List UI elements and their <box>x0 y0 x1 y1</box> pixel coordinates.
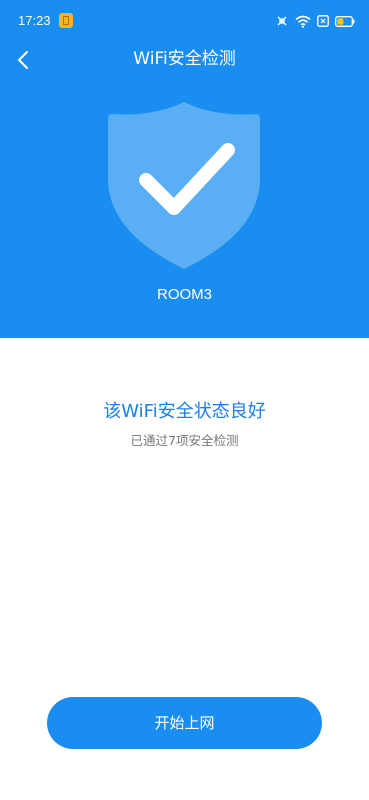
security-status-title: 该WiFi安全状态良好 <box>103 401 266 422</box>
network-name: ROOM3 <box>156 286 212 303</box>
hd-icon <box>277 16 287 26</box>
app-notification-icon <box>59 13 73 28</box>
shield-check-icon <box>108 102 260 269</box>
status-bar: 17:23 <box>0 0 369 40</box>
start-browsing-button[interactable]: 开始上网 <box>47 697 322 749</box>
wifi-icon <box>295 15 311 28</box>
security-status-subtitle: 已通过7项安全检测 <box>130 433 239 448</box>
page-title: WiFi安全检测 <box>133 49 236 69</box>
status-icons <box>269 12 355 30</box>
app-screen: 17:23 WiFi安全检测 ROOM3 该WiFi安全状态良好 已通过7项安全… <box>0 0 369 800</box>
status-time: 17:23 <box>18 13 51 28</box>
signal-icon <box>317 15 329 27</box>
nav-bar: WiFi安全检测 <box>0 40 369 78</box>
battery-icon <box>335 15 355 27</box>
header-banner: 17:23 WiFi安全检测 ROOM3 <box>0 0 369 338</box>
